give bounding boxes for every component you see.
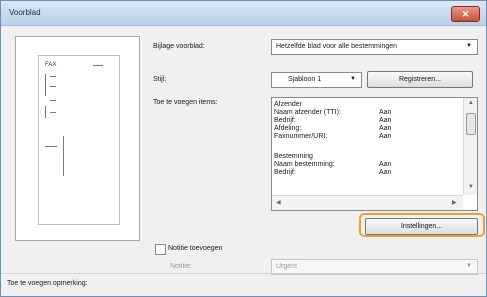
register-button[interactable]: Registreren... [367,71,473,88]
preview-line [45,146,57,147]
style-label: Stijl: [153,76,167,83]
preview-fax-label: FAX [45,62,57,68]
settings-button[interactable]: Instellingen... [365,218,478,235]
notice-value: Urgent [276,263,298,270]
close-button[interactable]: ✕ [451,6,480,22]
cover-sheet-preview: FAX [15,36,140,241]
preview-line [45,106,46,118]
list-item: Naam afzender (TTI): Aan [274,109,392,116]
preview-line [45,74,46,96]
chevron-down-icon: ▼ [466,263,472,269]
list-item: Faxnummer/URI: Aan [274,133,392,140]
scroll-down-icon[interactable]: ▼ [468,184,474,190]
notice-checkbox-label[interactable]: Notitie toevoegen [168,245,222,252]
items-label: Toe te voegen items: [153,99,218,106]
close-icon: ✕ [461,9,470,19]
preview-line [50,86,56,87]
style-value: Sjabloon 1 [288,76,322,83]
list-item: Bestemming [274,153,313,160]
list-item: Afdeling: Aan [274,125,392,132]
chevron-down-icon: ▼ [350,76,356,82]
preview-line [93,65,103,66]
preview-page: FAX [38,55,120,225]
notice-label: Notitie: [170,263,192,270]
list-item: Bedrijf: Aan [274,169,392,176]
scroll-up-icon[interactable]: ▲ [468,100,474,106]
horizontal-scrollbar[interactable]: ◀ ▶ [272,195,463,210]
add-comment-label: Toe te voegen opmerking: [7,280,88,287]
chevron-down-icon: ▼ [466,43,472,49]
notice-checkbox[interactable] [155,244,166,255]
vertical-scrollbar[interactable]: ▲ ▼ [463,98,477,195]
list-item: Naam bestemming: Aan [274,161,392,168]
preview-line [50,100,56,101]
dialog-window: Voorblad ✕ FAX Bijlage voorblad: Hetzelf… [0,0,487,297]
scroll-thumb[interactable] [466,113,476,135]
items-list[interactable]: Afzender Naam afzender (TTI): Aan Bedrijf… [271,97,478,211]
style-select[interactable]: Sjabloon 1 ▼ [271,72,362,88]
scroll-right-icon[interactable]: ▶ [452,199,457,206]
list-item: Bedrijf: Aan [274,117,392,124]
attach-select[interactable]: Hetzelfde blad voor alle bestemmingen ▼ [271,39,478,55]
dialog-title: Voorblad [9,8,41,17]
title-bar[interactable]: Voorblad ✕ [1,1,486,26]
preview-line [50,76,56,77]
attach-value: Hetzelfde blad voor alle bestemmingen [276,43,398,50]
divider [1,273,486,274]
attach-label: Bijlage voorblad: [153,43,205,50]
preview-line [50,112,56,113]
scroll-left-icon[interactable]: ◀ [276,199,281,206]
preview-line [63,136,64,176]
list-item: Afzender [274,101,303,108]
